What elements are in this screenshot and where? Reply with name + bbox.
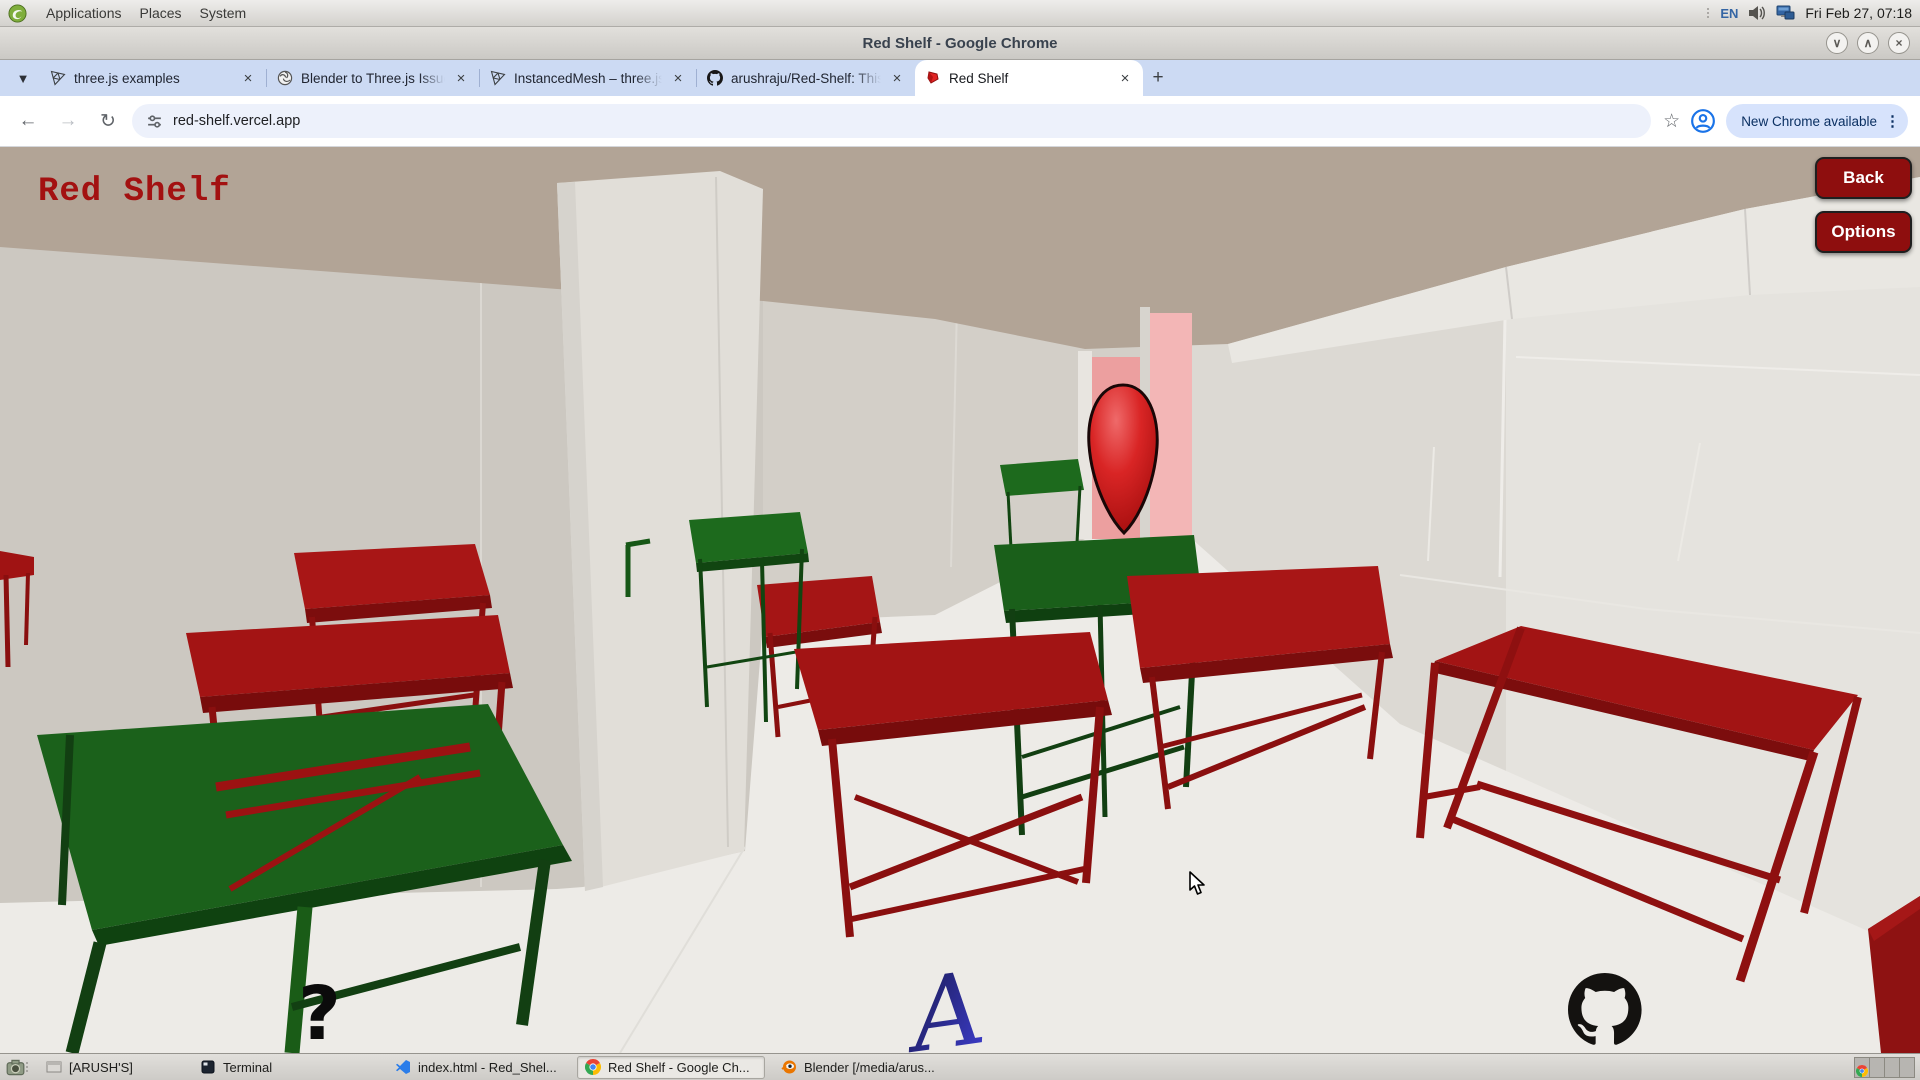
- red-shelf-page: ? A Red Shelf Back Options: [0, 147, 1920, 1053]
- bookmark-star-icon[interactable]: ☆: [1663, 110, 1680, 133]
- screenshot-tool-icon[interactable]: [5, 1058, 26, 1077]
- chrome-icon: [585, 1059, 601, 1075]
- tab-title: InstancedMesh – three.js: [514, 71, 662, 86]
- threejs-canvas[interactable]: ? A: [0, 147, 1920, 1053]
- task-arushs[interactable]: [ARUSH'S]: [38, 1056, 188, 1079]
- task-label: Red Shelf - Google Ch...: [608, 1060, 750, 1075]
- taskbar-grip[interactable]: [26, 1062, 28, 1072]
- tab-close-icon[interactable]: ×: [453, 70, 469, 87]
- menu-places[interactable]: Places: [131, 0, 191, 26]
- question-mark-logo[interactable]: ?: [298, 971, 341, 1053]
- tab-close-icon[interactable]: ×: [889, 70, 905, 87]
- window-icon: [46, 1059, 62, 1075]
- tab-github-redshelf[interactable]: arushraju/Red-Shelf: This ×: [697, 60, 915, 96]
- vscode-icon: [395, 1059, 411, 1075]
- back-button[interactable]: Back: [1815, 157, 1912, 199]
- keyboard-layout-indicator[interactable]: EN: [1720, 6, 1738, 21]
- reload-icon[interactable]: ↻: [92, 105, 124, 137]
- tab-close-icon[interactable]: ×: [1117, 70, 1133, 87]
- address-bar[interactable]: red-shelf.vercel.app: [132, 104, 1651, 138]
- main-menu-icon[interactable]: [8, 4, 27, 23]
- tab-instancedmesh[interactable]: InstancedMesh – three.js ×: [480, 60, 696, 96]
- chrome-update-button[interactable]: New Chrome available ⋮: [1726, 104, 1908, 138]
- desktop-screen: Applications Places System EN Fri Feb 27…: [0, 0, 1920, 1080]
- tab-close-icon[interactable]: ×: [240, 70, 256, 87]
- update-label: New Chrome available: [1741, 114, 1877, 129]
- threejs-icon: [490, 70, 506, 86]
- workspace-1[interactable]: [1854, 1057, 1870, 1078]
- blender-icon: [781, 1059, 797, 1075]
- tab-strip: ▼ three.js examples × Blender to Three.j…: [0, 60, 1920, 96]
- mouse-cursor: [1188, 871, 1210, 897]
- tab-title: Blender to Three.js Issue: [301, 71, 445, 86]
- github-icon: [707, 70, 723, 86]
- menu-system[interactable]: System: [191, 0, 256, 26]
- browser-menu-icon[interactable]: ⋮: [1885, 112, 1900, 130]
- tab-blender-issue[interactable]: Blender to Three.js Issue ×: [267, 60, 479, 96]
- terminal-icon: [200, 1059, 216, 1075]
- workspace-3[interactable]: [1884, 1057, 1900, 1078]
- tab-search-button[interactable]: ▼: [6, 60, 40, 96]
- close-button[interactable]: ×: [1888, 32, 1910, 54]
- volume-icon[interactable]: [1747, 5, 1767, 21]
- maximize-button[interactable]: ∧: [1857, 32, 1879, 54]
- threejs-icon: [50, 70, 66, 86]
- workspace-switcher[interactable]: [1855, 1057, 1915, 1078]
- tab-threejs-examples[interactable]: three.js examples ×: [40, 60, 266, 96]
- clock[interactable]: Fri Feb 27, 07:18: [1805, 5, 1912, 21]
- url-text: red-shelf.vercel.app: [173, 113, 300, 129]
- panel-grip[interactable]: [1707, 8, 1709, 18]
- task-label: Terminal: [223, 1060, 272, 1075]
- tab-title: three.js examples: [74, 71, 232, 86]
- profile-icon[interactable]: [1690, 108, 1716, 134]
- task-label: Blender [/media/arus...: [804, 1060, 935, 1075]
- taskbar: [ARUSH'S] Terminal index.html - Red_Shel…: [0, 1053, 1920, 1080]
- window-title: Red Shelf - Google Chrome: [862, 35, 1057, 52]
- chrome-icon: [1856, 1065, 1868, 1077]
- workspace-4[interactable]: [1899, 1057, 1915, 1078]
- window-titlebar[interactable]: Red Shelf - Google Chrome ∨ ∧ ×: [0, 27, 1920, 60]
- task-label: index.html - Red_Shel...: [418, 1060, 557, 1075]
- new-tab-button[interactable]: +: [1143, 60, 1173, 96]
- task-blender[interactable]: Blender [/media/arus...: [773, 1056, 963, 1079]
- tab-title: Red Shelf: [949, 71, 1109, 86]
- redshelf-icon: [925, 70, 941, 86]
- top-panel: Applications Places System EN Fri Feb 27…: [0, 0, 1920, 27]
- task-label: [ARUSH'S]: [69, 1060, 133, 1075]
- menu-applications[interactable]: Applications: [37, 0, 131, 26]
- swirl-icon: [277, 70, 293, 86]
- page-title: Red Shelf: [38, 173, 231, 211]
- options-button[interactable]: Options: [1815, 211, 1912, 253]
- tab-close-icon[interactable]: ×: [670, 70, 686, 87]
- workspace-2[interactable]: [1869, 1057, 1885, 1078]
- minimize-button[interactable]: ∨: [1826, 32, 1848, 54]
- display-network-icon[interactable]: [1776, 5, 1796, 21]
- browser-toolbar: ← → ↻ red-shelf.vercel.app ☆ New Chrome …: [0, 96, 1920, 147]
- task-vscode[interactable]: index.html - Red_Shel...: [387, 1056, 569, 1079]
- task-chrome[interactable]: Red Shelf - Google Ch...: [577, 1056, 765, 1079]
- task-terminal[interactable]: Terminal: [192, 1056, 294, 1079]
- tab-title: arushraju/Red-Shelf: This: [731, 71, 881, 86]
- tab-red-shelf-active[interactable]: Red Shelf ×: [915, 60, 1143, 96]
- forward-icon[interactable]: →: [52, 105, 84, 137]
- back-icon[interactable]: ←: [12, 105, 44, 137]
- site-settings-icon[interactable]: [146, 113, 163, 130]
